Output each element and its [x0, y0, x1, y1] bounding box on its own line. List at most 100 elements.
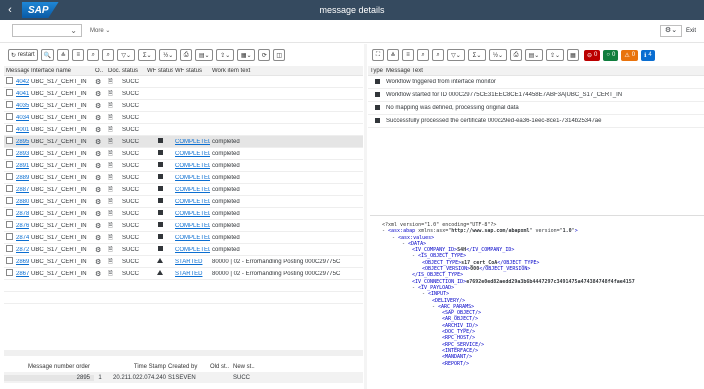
message-number-link[interactable]: 4034: [14, 115, 29, 121]
table-row[interactable]: 2880 UBC_S17_CERT_IN ⚙ 🗎 SUCC COMPLETED comple…: [4, 196, 363, 208]
row-checkbox[interactable]: [4, 113, 14, 122]
table-row[interactable]: 4041 UBC_S17_CERT_IN ⚙ 🗎 SUCC: [4, 88, 363, 100]
more-menu[interactable]: More ⌄: [90, 27, 110, 34]
horizontal-scrollbar[interactable]: [4, 350, 363, 356]
row-checkbox[interactable]: [4, 245, 14, 254]
col-header-interface[interactable]: Interface name: [29, 68, 93, 74]
document-icon[interactable]: 🗎: [106, 257, 120, 267]
gear-icon[interactable]: ⚙: [93, 222, 106, 230]
views-button[interactable]: ▤⌄: [195, 49, 214, 61]
gear-icon[interactable]: ⚙: [93, 78, 106, 86]
find-next-button[interactable]: ⌕: [432, 49, 444, 61]
wf-status-link[interactable]: COMPLETED: [173, 163, 210, 169]
table-row[interactable]: 4034 UBC_S17_CERT_IN ⚙ 🗎 SUCC: [4, 112, 363, 124]
gear-icon[interactable]: ⚙: [93, 186, 106, 194]
table-row[interactable]: 2878 UBC_S17_CERT_IN ⚙ 🗎 SUCC COMPLETED comple…: [4, 208, 363, 220]
wf-status-link[interactable]: COMPLETED: [173, 151, 210, 157]
wf-status-link[interactable]: COMPLETED: [173, 247, 210, 253]
find-next-button[interactable]: ⌕: [102, 49, 115, 61]
message-number-link[interactable]: 2874: [14, 235, 29, 241]
row-checkbox[interactable]: [4, 77, 14, 86]
layout-button[interactable]: ▦: [567, 49, 579, 61]
row-checkbox[interactable]: [4, 197, 14, 206]
settings-button[interactable]: ⚙⌄: [660, 25, 682, 37]
details-button[interactable]: 🔍: [40, 49, 55, 61]
layout-button[interactable]: ▦⌄: [237, 49, 256, 61]
row-checkbox[interactable]: [4, 257, 14, 266]
row-checkbox[interactable]: [4, 125, 14, 134]
document-icon[interactable]: 🗎: [106, 269, 120, 279]
message-number-link[interactable]: 2878: [14, 211, 29, 217]
print-button[interactable]: ⎙: [180, 49, 193, 61]
document-icon[interactable]: 🗎: [106, 101, 120, 111]
col-header-status[interactable]: status: [120, 68, 145, 74]
document-icon[interactable]: 🗎: [106, 209, 120, 219]
xml-payload-viewer[interactable]: <?xml version="1.0" encoding="UTF-8"?> - …: [370, 215, 704, 389]
exit-button[interactable]: Exit: [686, 28, 696, 34]
wf-status-link[interactable]: COMPLETED: [173, 175, 210, 181]
sort-asc-button[interactable]: ≜: [387, 49, 399, 61]
gear-icon[interactable]: ⚙: [93, 162, 106, 170]
row-checkbox[interactable]: [4, 269, 14, 278]
document-icon[interactable]: 🗎: [106, 233, 120, 243]
document-icon[interactable]: 🗎: [106, 245, 120, 255]
table-row[interactable]: 2893 UBC_S17_CERT_IN ⚙ 🗎 SUCC COMPLETED comple…: [4, 148, 363, 160]
gear-icon[interactable]: ⚙: [93, 150, 106, 158]
sum-button[interactable]: Σ⌄: [138, 49, 157, 61]
document-icon[interactable]: 🗎: [106, 125, 120, 135]
message-number-link[interactable]: 2869: [14, 259, 29, 265]
graphic-button[interactable]: ◫: [273, 49, 286, 61]
table-row[interactable]: 2891 UBC_S17_CERT_IN ⚙ 🗎 SUCC COMPLETED comple…: [4, 160, 363, 172]
gear-icon[interactable]: ⚙: [93, 198, 106, 206]
message-number-link[interactable]: 2895: [14, 139, 29, 145]
table-row[interactable]: 2889 UBC_S17_CERT_IN ⚙ 🗎 SUCC COMPLETED comple…: [4, 172, 363, 184]
sort-desc-button[interactable]: ≡: [72, 49, 85, 61]
message-row[interactable]: No mapping was defined, processing origi…: [368, 102, 704, 115]
variant-dropdown[interactable]: ⌄: [12, 24, 82, 37]
table-row[interactable]: 2887 UBC_S17_CERT_IN ⚙ 🗎 SUCC COMPLETED comple…: [4, 184, 363, 196]
wf-status-link[interactable]: STARTED: [173, 271, 210, 277]
document-icon[interactable]: 🗎: [106, 77, 120, 87]
document-icon[interactable]: 🗎: [106, 197, 120, 207]
pane-splitter[interactable]: [364, 44, 367, 389]
gear-icon[interactable]: ⚙: [93, 138, 106, 146]
find-button[interactable]: ⌕: [417, 49, 429, 61]
filter-button[interactable]: ▽⌄: [447, 49, 465, 61]
document-icon[interactable]: 🗎: [106, 185, 120, 195]
row-checkbox[interactable]: [4, 161, 14, 170]
subtotal-button[interactable]: ½⌄: [489, 49, 507, 61]
col-header-type[interactable]: Type: [368, 68, 384, 74]
gear-icon[interactable]: ⚙: [93, 90, 106, 98]
table-row[interactable]: 2874 UBC_S17_CERT_IN ⚙ 🗎 SUCC COMPLETED comple…: [4, 232, 363, 244]
message-row[interactable]: Workflow triggered from interface monito…: [368, 76, 704, 89]
table-row[interactable]: 2876 UBC_S17_CERT_IN ⚙ 🗎 SUCC COMPLETED comple…: [4, 220, 363, 232]
export-button[interactable]: ⇪⌄: [546, 49, 564, 61]
wf-status-link[interactable]: COMPLETED: [173, 223, 210, 229]
row-checkbox[interactable]: [4, 221, 14, 230]
message-number-link[interactable]: 2891: [14, 163, 29, 169]
wf-status-link[interactable]: STARTED: [173, 259, 210, 265]
document-icon[interactable]: 🗎: [106, 161, 120, 171]
gear-icon[interactable]: ⚙: [93, 114, 106, 122]
message-number-link[interactable]: 2872: [14, 247, 29, 253]
message-type-filter-button[interactable]: ⚠ 0: [621, 49, 639, 61]
wf-status-link[interactable]: COMPLETED: [173, 139, 210, 145]
message-type-filter-button[interactable]: ℹ4: [641, 49, 655, 61]
col-header-o[interactable]: O..: [93, 68, 106, 74]
message-number-link[interactable]: 4001: [14, 127, 29, 133]
document-icon[interactable]: 🗎: [106, 89, 120, 99]
gear-icon[interactable]: ⚙: [93, 246, 106, 254]
message-number-link[interactable]: 4042: [14, 79, 29, 85]
gear-icon[interactable]: ⚙: [93, 270, 106, 278]
sum-button[interactable]: Σ⌄: [468, 49, 486, 61]
table-row[interactable]: 4035 UBC_S17_CERT_IN ⚙ 🗎 SUCC: [4, 100, 363, 112]
gear-icon[interactable]: ⚙: [93, 102, 106, 110]
message-number-link[interactable]: 2893: [14, 151, 29, 157]
table-row[interactable]: 2872 UBC_S17_CERT_IN ⚙ 🗎 SUCC COMPLETED comple…: [4, 244, 363, 256]
gear-icon[interactable]: ⚙: [93, 210, 106, 218]
col-header-wf-status[interactable]: WF status: [173, 68, 210, 74]
col-header-wf-status-icon[interactable]: WF status: [145, 68, 173, 74]
document-icon[interactable]: 🗎: [106, 173, 120, 183]
row-checkbox[interactable]: [4, 101, 14, 110]
subtotal-button[interactable]: ½⌄: [159, 49, 178, 61]
